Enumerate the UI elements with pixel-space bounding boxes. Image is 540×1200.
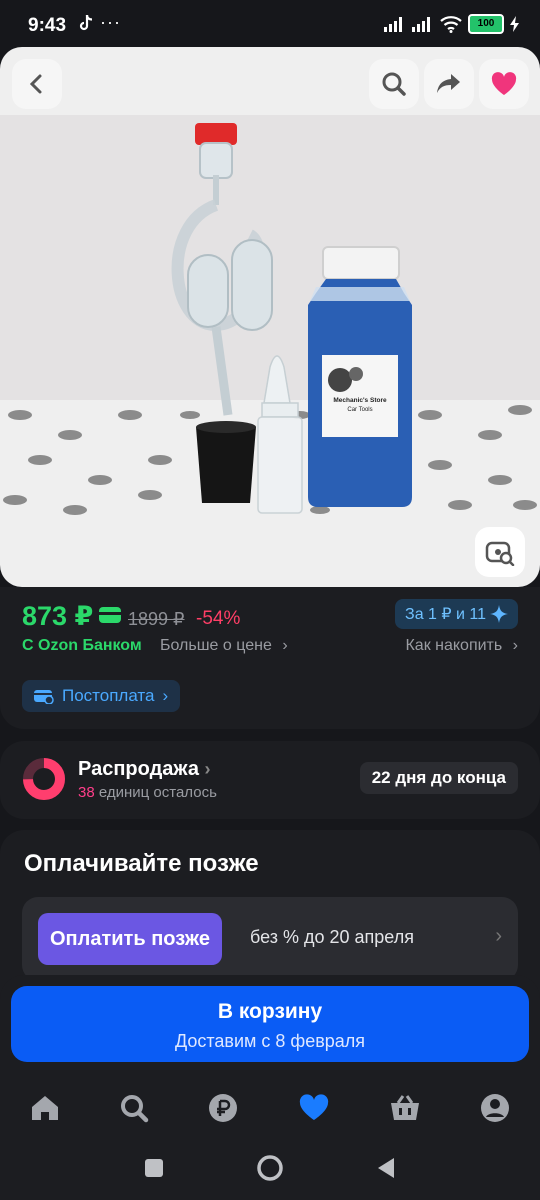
pay-later-button[interactable]: Оплатить позже: [38, 913, 222, 965]
pay-later-terms: без % до 20 апреля: [250, 927, 414, 947]
recents-icon[interactable]: [144, 1158, 164, 1178]
card-icon: [99, 607, 121, 628]
home-circle-icon[interactable]: [256, 1154, 284, 1182]
product-photo: Mechanic's Store Car Tools: [0, 115, 540, 520]
sale-progress-ring-icon: [23, 758, 65, 800]
current-price: 873 ₽: [22, 601, 94, 631]
sale-remaining: 38 единиц осталось: [78, 784, 217, 801]
chevron-right-icon: ›: [282, 637, 288, 654]
bottom-panel: В корзину Доставим с 8 февраля: [0, 975, 540, 1200]
signal-icon: [384, 17, 402, 32]
home-icon[interactable]: [30, 1094, 60, 1122]
more-about-price-link[interactable]: Больше о цене ›: [160, 637, 288, 655]
chevron-right-icon: ›: [495, 925, 502, 947]
sale-title-text: Распродажа: [78, 758, 199, 780]
share-button[interactable]: [424, 59, 474, 109]
ozon-bank-label: С Ozon Банком: [22, 637, 142, 654]
how-to-accumulate-link[interactable]: Как накопить ›: [405, 637, 518, 655]
pay-later-row[interactable]: Оплатить позже без % до 20 апреля ›: [22, 897, 518, 981]
product-gallery[interactable]: Mechanic's Store Car Tools: [0, 47, 540, 587]
status-icons: 100: [384, 14, 520, 34]
search-button[interactable]: [369, 59, 419, 109]
back-triangle-icon[interactable]: [376, 1157, 396, 1179]
similar-search-button[interactable]: [475, 527, 525, 577]
tiktok-icon: [78, 14, 94, 37]
sale-remaining-count: 38: [78, 784, 95, 801]
price-section: 873 ₽ 1899 ₽ -54% За 1 ₽ и 11 С Ozon Бан…: [0, 587, 540, 729]
label-line1: Mechanic's Store: [333, 397, 387, 404]
chevron-right-icon: ›: [512, 637, 518, 654]
system-navigation-bar: [0, 1135, 540, 1200]
pay-later-title: Оплачивайте позже: [24, 850, 259, 877]
chevron-right-icon: ›: [204, 759, 211, 779]
bottom-navigation: [0, 1080, 540, 1135]
more-price-text: Больше о цене: [160, 637, 272, 654]
sale-remaining-text: единиц осталось: [98, 784, 217, 801]
battery-icon: 100: [468, 14, 504, 34]
label-line2: Car Tools: [347, 407, 372, 413]
bonus-text: За 1 ₽ и 11: [405, 606, 486, 623]
heart-icon: [491, 72, 517, 95]
status-more: ···: [100, 12, 121, 32]
postpay-label: Постоплата: [62, 686, 155, 705]
accumulate-text: Как накопить: [405, 637, 503, 654]
camera-search-icon: [485, 541, 515, 566]
old-price: 1899 ₽: [128, 609, 185, 629]
add-to-cart-label: В корзину: [217, 1000, 323, 1023]
back-button[interactable]: [12, 59, 62, 109]
search-icon: [382, 72, 406, 96]
delivery-date: Доставим с 8 февраля: [174, 1031, 366, 1051]
cart-icon[interactable]: [389, 1094, 421, 1122]
sparkle-icon: [490, 605, 508, 623]
share-icon: [437, 74, 460, 93]
sale-countdown: 22 дня до конца: [359, 762, 518, 794]
postpay-icon: [34, 690, 54, 704]
favorites-icon[interactable]: [298, 1093, 330, 1122]
add-to-cart-button[interactable]: В корзину Доставим с 8 февраля: [11, 986, 529, 1062]
bonus-points-badge[interactable]: За 1 ₽ и 11: [395, 599, 518, 629]
ruble-icon[interactable]: [208, 1093, 238, 1123]
wifi-icon: [440, 16, 462, 33]
sale-title: Распродажа ›: [78, 758, 211, 781]
discount-badge: -54%: [196, 608, 241, 629]
signal-icon: [412, 17, 430, 32]
favorite-button[interactable]: [479, 59, 529, 109]
search-icon[interactable]: [119, 1093, 149, 1123]
charging-icon: [510, 16, 519, 32]
status-bar: 9:43 ··· 100: [0, 0, 540, 50]
chevron-right-icon: ›: [162, 686, 169, 705]
postpay-button[interactable]: Постоплата ›: [22, 680, 181, 712]
profile-icon[interactable]: [480, 1093, 510, 1123]
sale-section[interactable]: Распродажа › 38 единиц осталось 22 дня д…: [0, 741, 540, 819]
chevron-left-icon: [29, 74, 42, 94]
status-time: 9:43: [28, 15, 67, 36]
